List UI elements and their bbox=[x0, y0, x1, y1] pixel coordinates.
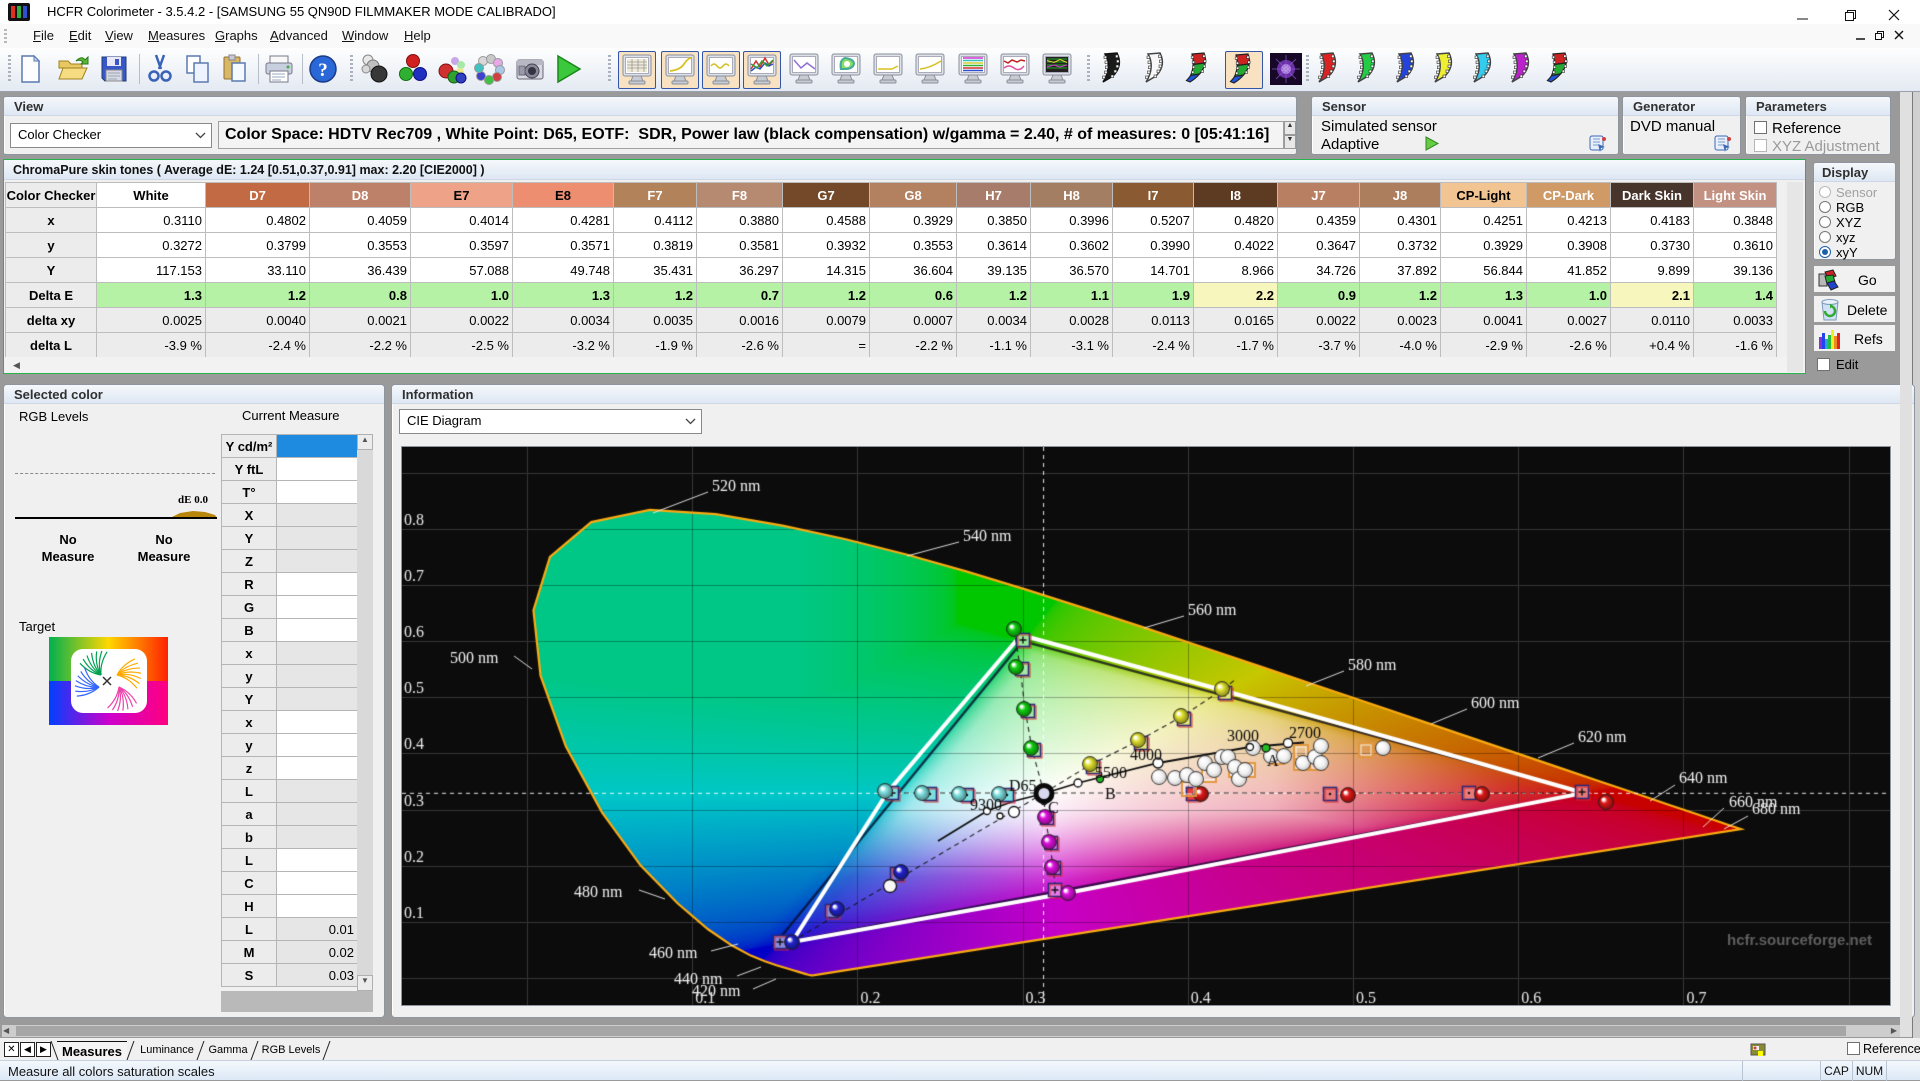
svg-text:?: ? bbox=[318, 60, 328, 81]
